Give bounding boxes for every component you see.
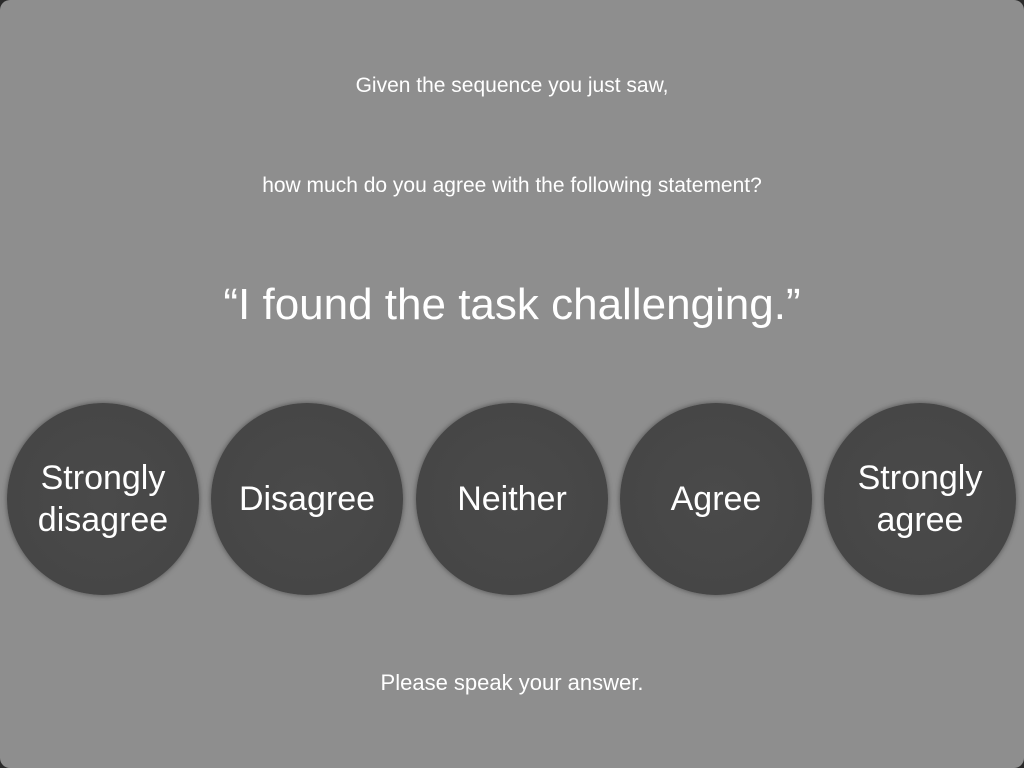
option-disagree-button[interactable]: Disagree	[211, 403, 403, 595]
prompt-line-1: Given the sequence you just saw,	[355, 74, 669, 97]
option-label: Neither	[457, 480, 567, 518]
option-label: Agree	[670, 480, 762, 518]
option-agree-button[interactable]: Agree	[620, 403, 812, 595]
option-label: Disagree	[238, 480, 376, 518]
likert-scale: Strongly disagree Disagree Neither Agree…	[0, 403, 1024, 597]
instruction-text: Please speak your answer.	[380, 670, 644, 695]
option-strongly-agree-button[interactable]: Strongly agree	[824, 403, 1016, 595]
statement-text: “I found the task challenging.”	[223, 280, 801, 329]
prompt-line-2: how much do you agree with the following…	[262, 174, 762, 197]
option-label: Strongly agree	[857, 459, 983, 539]
option-label: Strongly disagree	[37, 459, 169, 539]
option-strongly-disagree-button[interactable]: Strongly disagree	[7, 403, 199, 595]
option-neither-button[interactable]: Neither	[416, 403, 608, 595]
survey-screen: Given the sequence you just saw, how muc…	[0, 0, 1024, 768]
